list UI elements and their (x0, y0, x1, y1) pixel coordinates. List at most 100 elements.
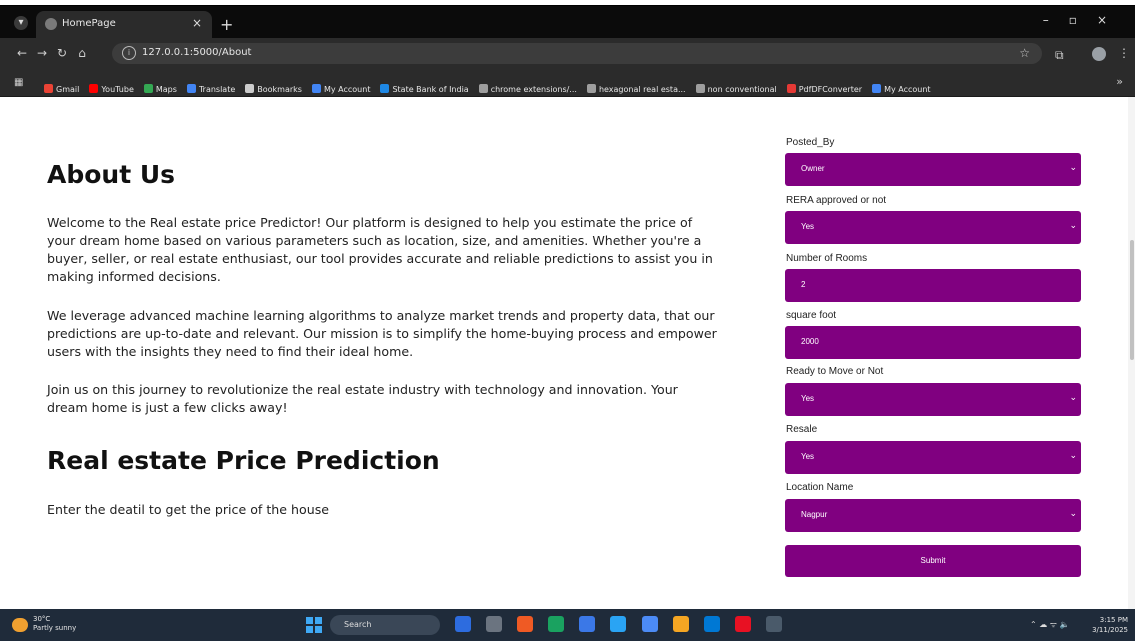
chrome-icon[interactable] (641, 616, 658, 632)
weather-desc: Partly sunny (33, 624, 77, 632)
chevron-down-icon: ⌄ (1069, 508, 1077, 518)
bookmark-favicon-icon (311, 84, 321, 93)
address-bar-row: ← → ↻ ⌂ i 127.0.0.1:5000/About ☆ ⧉ ⋮ (0, 38, 1135, 69)
task-view-icon[interactable] (455, 616, 471, 632)
bookmark-item[interactable]: Translate (186, 84, 236, 94)
close-window-icon[interactable]: × (1097, 13, 1127, 27)
reload-icon[interactable]: ↻ (52, 46, 72, 60)
bookmark-item[interactable]: chrome extensions/... (478, 84, 577, 94)
bookmark-label: Maps (155, 85, 177, 94)
sqft-input[interactable]: 2000 (785, 326, 1081, 359)
rooms-input[interactable]: 2 (785, 269, 1081, 302)
taskbar-search-label: Search (344, 620, 372, 629)
bookmark-favicon-icon (872, 84, 882, 93)
more-bookmarks-icon[interactable]: » (1116, 75, 1123, 88)
bookmark-favicon-icon (695, 84, 705, 93)
bookmark-label: State Bank of India (392, 85, 469, 94)
forward-icon[interactable]: → (32, 46, 52, 60)
page-content: About Us Welcome to the Real estate pric… (0, 97, 1135, 609)
bookmark-item[interactable]: hexagonal real esta... (586, 84, 686, 94)
tab-close-icon[interactable]: × (192, 16, 202, 30)
bookmark-favicon-icon (143, 84, 153, 93)
bookmark-item[interactable]: State Bank of India (380, 84, 469, 94)
browser-titlebar: ▾ HomePage × + –▫× (0, 6, 1135, 38)
bookmark-item[interactable]: Gmail (44, 84, 79, 94)
rooms-value: 2 (801, 280, 806, 289)
bookmark-star-icon[interactable]: ☆ (1019, 46, 1030, 60)
site-info-icon[interactable]: i (122, 46, 136, 60)
weather-widget[interactable]: 30°C Partly sunny (33, 615, 76, 633)
url-bar[interactable]: i 127.0.0.1:5000/About ☆ (112, 43, 1042, 64)
system-tray[interactable]: ⌃ ☁ ᯤ 🔈 (1030, 619, 1070, 630)
bookmark-favicon-icon (586, 84, 596, 93)
bookmark-item[interactable]: My Account (311, 84, 370, 94)
bookmark-item[interactable]: PdfDFConverter (786, 84, 862, 94)
bookmark-list: Gmail YouTube Maps Translate Bookmarks My Acc… (44, 77, 941, 96)
start-windows-icon[interactable] (306, 617, 322, 633)
app-icon[interactable] (517, 616, 534, 632)
location-select[interactable]: Nagpur ⌄ (785, 499, 1081, 532)
sqft-label: square foot (786, 310, 837, 321)
about-heading: About Us (47, 160, 176, 189)
resale-value: Yes (801, 452, 815, 461)
resale-select[interactable]: Yes ⌄ (785, 441, 1081, 474)
active-window-icon[interactable] (765, 616, 782, 632)
clock-date: 3/11/2025 (1092, 626, 1128, 634)
store-icon[interactable] (579, 616, 596, 632)
bookmark-label: non conventional (707, 85, 777, 94)
file-explorer-icon[interactable] (672, 616, 689, 632)
home-icon[interactable]: ⌂ (72, 46, 92, 60)
maximize-icon[interactable]: ▫ (1069, 13, 1097, 27)
rooms-label: Number of Rooms (786, 253, 868, 264)
weather-temp: 30°C (33, 615, 51, 623)
tab-search-icon[interactable]: ▾ (14, 16, 28, 30)
bookmark-item[interactable]: Maps (143, 84, 177, 94)
rera-value: Yes (801, 222, 815, 231)
bookmark-item[interactable]: non conventional (695, 84, 777, 94)
back-icon[interactable]: ← (12, 46, 32, 60)
bookmark-label: YouTube (101, 85, 134, 94)
ready-label: Ready to Move or Not (786, 366, 884, 377)
location-value: Nagpur (801, 510, 828, 519)
bookmark-item[interactable]: Bookmarks (245, 84, 302, 94)
rera-select[interactable]: Yes ⌄ (785, 211, 1081, 244)
url-text[interactable]: 127.0.0.1:5000/About (142, 47, 251, 58)
scrollbar-thumb[interactable] (1130, 240, 1134, 360)
bookmark-favicon-icon (380, 84, 390, 93)
taskbar-search[interactable]: Search (330, 615, 440, 635)
about-paragraph-1: Welcome to the Real estate price Predict… (47, 215, 713, 284)
bookmark-favicon-icon (478, 84, 488, 93)
window-controls[interactable]: –▫× (1043, 13, 1127, 27)
chevron-down-icon: ⌄ (1069, 220, 1077, 230)
taskbar-clock[interactable]: 3:15 PM 3/11/2025 (1092, 615, 1128, 635)
posted-by-value: Owner (801, 164, 825, 173)
edge-icon[interactable] (548, 616, 565, 632)
bookmark-label: Translate (198, 85, 236, 94)
vscode-icon[interactable] (703, 616, 720, 632)
profile-avatar-icon[interactable] (1092, 47, 1106, 61)
bookmark-item[interactable]: YouTube (89, 84, 134, 94)
bookmarks-bar: ▦ Gmail YouTube Maps Translate Bookmarks My A… (0, 69, 1135, 97)
apps-grid-icon[interactable]: ▦ (14, 77, 23, 88)
extensions-icon[interactable]: ⧉ (1055, 48, 1064, 63)
widgets-icon[interactable] (486, 616, 503, 632)
nav-buttons: ← → ↻ ⌂ (12, 46, 92, 60)
weather-icon[interactable] (12, 618, 28, 632)
bookmark-favicon-icon (786, 84, 796, 93)
bookmark-favicon-icon (245, 84, 255, 93)
ready-select[interactable]: Yes ⌄ (785, 383, 1081, 416)
bookmark-favicon-icon (186, 84, 196, 93)
app2-icon[interactable] (734, 616, 751, 632)
new-tab-icon[interactable]: + (220, 15, 233, 34)
tab-favicon-icon (45, 18, 57, 30)
bookmark-item[interactable]: My Account (872, 84, 931, 94)
prediction-heading: Real estate Price Prediction (47, 446, 440, 475)
browser-tab[interactable]: HomePage × (36, 11, 212, 38)
minimize-icon[interactable]: – (1043, 13, 1069, 27)
submit-button[interactable]: Submit (785, 545, 1081, 577)
bookmark-label: My Account (884, 85, 931, 94)
menu-kebab-icon[interactable]: ⋮ (1118, 46, 1130, 60)
chevron-down-icon: ⌄ (1069, 162, 1077, 172)
posted-by-select[interactable]: Owner ⌄ (785, 153, 1081, 186)
cortana-icon[interactable] (610, 616, 627, 632)
